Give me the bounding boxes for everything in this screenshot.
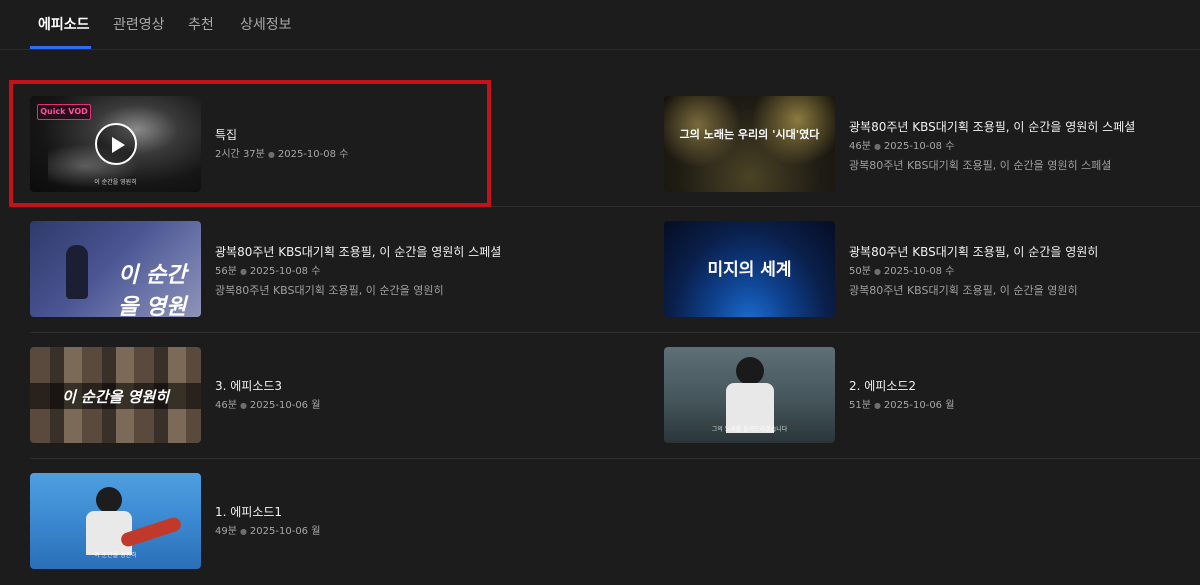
thumbnail-caption: 이 순간을 영원히 (94, 179, 137, 186)
episode-meta: 56분 ● 2025-10-08 수 (215, 262, 320, 277)
tab-recommended[interactable]: 추천 (188, 14, 214, 34)
episode-date: 2025-10-06 월 (883, 400, 955, 411)
episode-duration: 46분 (849, 141, 871, 152)
thumbnail-caption: 미지의 세계 (707, 260, 792, 280)
episode-card[interactable]: Quick VOD 이 순간을 영원히 특집 2시간 37분 ● 2025-10-0… (30, 96, 470, 194)
episode-thumbnail[interactable]: 미지의 세계 (664, 221, 835, 317)
episode-duration: 49분 (215, 526, 237, 537)
thumbnail-artwork (96, 487, 122, 513)
episode-thumbnail[interactable]: 이 순간을 영원히 (30, 221, 201, 317)
episode-date: 2025-10-08 수 (883, 141, 955, 152)
episode-meta: 46분 ● 2025-10-08 수 (849, 137, 954, 152)
play-icon (112, 137, 125, 153)
separator-dot: ● (239, 527, 247, 536)
tab-episodes[interactable]: 에피소드 (38, 14, 90, 34)
episode-card[interactable]: 이 순간을 영원히 3. 에피소드3 46분 ● 2025-10-06 월 (30, 347, 550, 445)
episode-meta: 49분 ● 2025-10-06 월 (215, 522, 320, 537)
episode-date: 2025-10-08 수 (883, 266, 955, 277)
episode-duration: 46분 (215, 400, 237, 411)
thumbnail-artwork (66, 245, 88, 299)
episode-meta: 2시간 37분 ● 2025-10-08 수 (215, 145, 348, 160)
separator-dot: ● (239, 401, 247, 410)
episode-card[interactable]: 이 순간을 영원히 1. 에피소드1 49분 ● 2025-10-06 월 (30, 473, 550, 571)
episode-date: 2025-10-08 수 (277, 149, 349, 160)
tab-bar: 에피소드 관련영상 추천 상세정보 (0, 0, 1200, 50)
row-divider (30, 206, 1200, 207)
row-divider (30, 332, 1200, 333)
quick-vod-badge: Quick VOD (37, 104, 91, 120)
episode-date: 2025-10-06 월 (249, 526, 321, 537)
separator-dot: ● (267, 150, 275, 159)
thumbnail-artwork (736, 357, 764, 385)
episode-date: 2025-10-06 월 (249, 400, 321, 411)
episode-title[interactable]: 3. 에피소드3 (215, 377, 282, 394)
separator-dot: ● (873, 267, 881, 276)
episode-thumbnail[interactable]: 이 순간을 영원히 (30, 347, 201, 443)
thumbnail-caption: 이 순간을 영원히 (94, 552, 137, 559)
episode-card[interactable]: 그의 노래는 우리의 '시대'였다 광복80주년 KBS대기획 조용필, 이 순… (664, 96, 1184, 194)
episode-title[interactable]: 광복80주년 KBS대기획 조용필, 이 순간을 영원히 스페셜 (849, 118, 1135, 135)
episode-thumbnail[interactable]: 그의 노래를 들려드리겠습니다 (664, 347, 835, 443)
tab-details[interactable]: 상세정보 (240, 14, 292, 34)
episode-thumbnail[interactable]: Quick VOD 이 순간을 영원히 (30, 96, 201, 192)
thumbnail-caption: 그의 노래는 우리의 '시대'였다 (679, 128, 820, 141)
episode-duration: 2시간 37분 (215, 149, 265, 160)
episode-card[interactable]: 이 순간을 영원히 광복80주년 KBS대기획 조용필, 이 순간을 영원히 스… (30, 221, 550, 319)
episode-duration: 51분 (849, 400, 871, 411)
episode-thumbnail[interactable]: 그의 노래는 우리의 '시대'였다 (664, 96, 835, 192)
episode-duration: 56분 (215, 266, 237, 277)
separator-dot: ● (873, 142, 881, 151)
episode-thumbnail[interactable]: 이 순간을 영원히 (30, 473, 201, 569)
episode-title[interactable]: 특집 (215, 126, 237, 143)
episode-description: 광복80주년 KBS대기획 조용필, 이 순간을 영원히 (849, 284, 1078, 297)
episode-title[interactable]: 광복80주년 KBS대기획 조용필, 이 순간을 영원히 (849, 243, 1098, 260)
thumbnail-caption: 이 순간을 영원히 (61, 388, 170, 406)
episode-title[interactable]: 2. 에피소드2 (849, 377, 916, 394)
episode-title[interactable]: 광복80주년 KBS대기획 조용필, 이 순간을 영원히 스페셜 (215, 243, 501, 260)
episode-date: 2025-10-08 수 (249, 266, 321, 277)
separator-dot: ● (873, 401, 881, 410)
row-divider (30, 458, 1200, 459)
active-tab-indicator (30, 46, 91, 49)
episode-description: 광복80주년 KBS대기획 조용필, 이 순간을 영원히 스페셜 (849, 159, 1112, 172)
episode-description: 광복80주년 KBS대기획 조용필, 이 순간을 영원히 (215, 284, 444, 297)
episode-meta: 50분 ● 2025-10-08 수 (849, 262, 954, 277)
episode-meta: 46분 ● 2025-10-06 월 (215, 396, 320, 411)
play-button[interactable] (95, 123, 137, 165)
tab-related-videos[interactable]: 관련영상 (113, 14, 165, 34)
thumbnail-caption: 그의 노래를 들려드리겠습니다 (711, 426, 788, 433)
episode-meta: 51분 ● 2025-10-06 월 (849, 396, 954, 411)
separator-dot: ● (239, 267, 247, 276)
episode-card[interactable]: 미지의 세계 광복80주년 KBS대기획 조용필, 이 순간을 영원히 50분 ●… (664, 221, 1184, 319)
thumbnail-caption: 이 순간을 영원히 (118, 263, 187, 317)
episode-title[interactable]: 1. 에피소드1 (215, 503, 282, 520)
episode-duration: 50분 (849, 266, 871, 277)
episode-card[interactable]: 그의 노래를 들려드리겠습니다 2. 에피소드2 51분 ● 2025-10-06 … (664, 347, 1184, 445)
